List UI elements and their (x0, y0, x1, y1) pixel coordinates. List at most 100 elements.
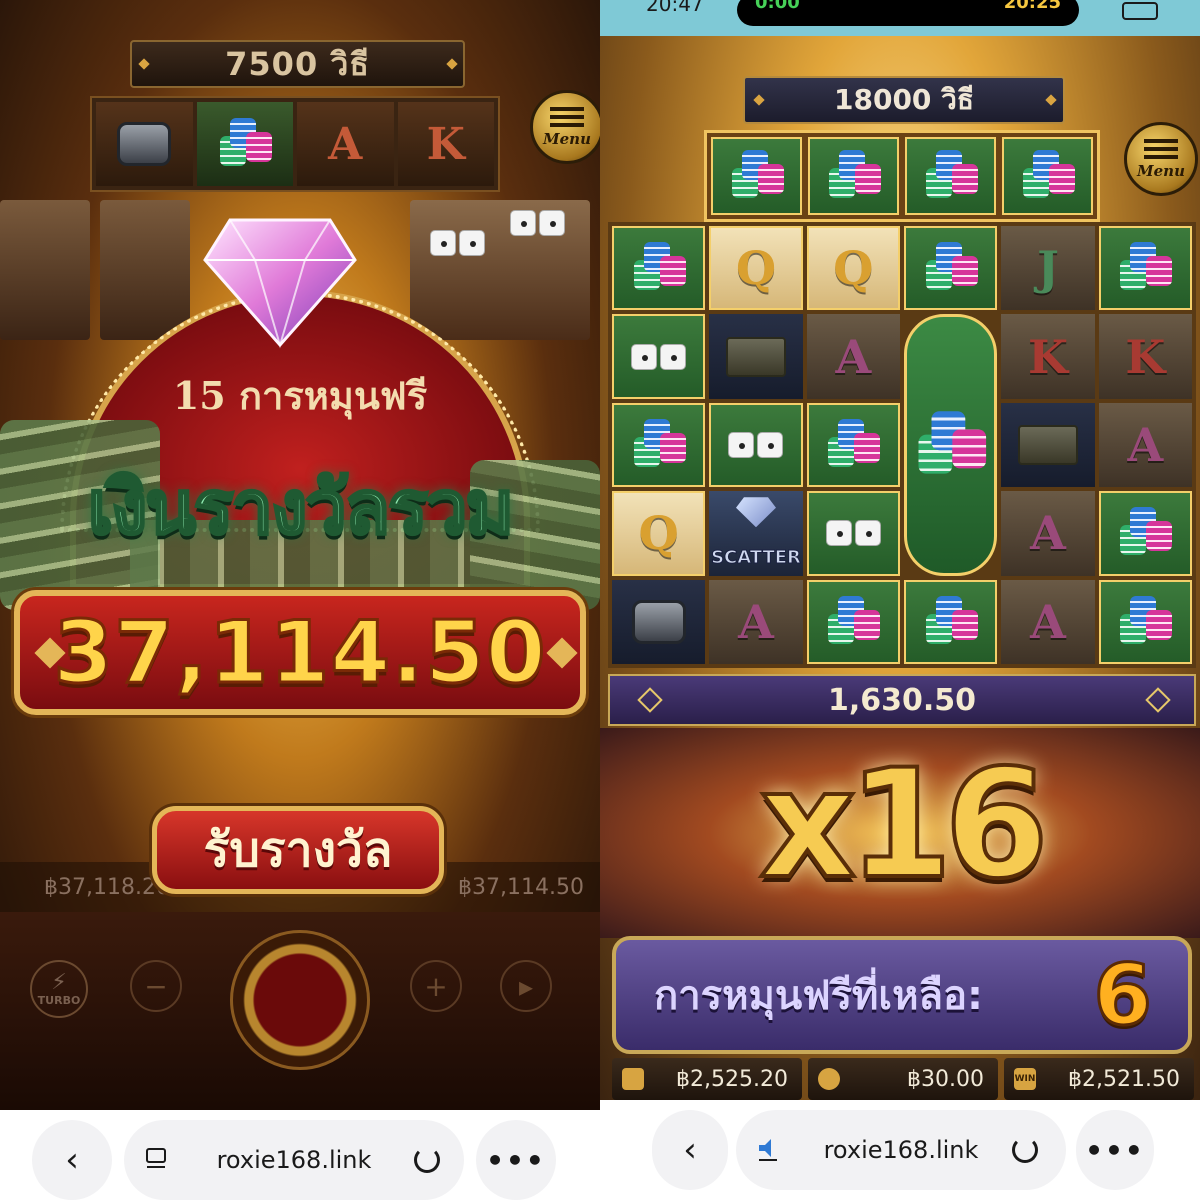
win-stat: WIN ฿2,521.50 (1004, 1058, 1194, 1100)
win-amount-bar: 1,630.50 (608, 674, 1196, 726)
symbol-a: A (1098, 402, 1192, 488)
collect-button[interactable]: รับรางวัล (152, 806, 444, 894)
balance-stat: ฿2,525.20 (612, 1058, 802, 1100)
top-reel-row (704, 130, 1100, 222)
reload-icon[interactable] (414, 1147, 440, 1173)
tabs-icon (146, 1148, 166, 1168)
address-bar[interactable]: roxie168.link (124, 1120, 464, 1200)
remaining-spins-count: 6 (1092, 945, 1153, 1046)
ornament-icon (1145, 687, 1171, 713)
chips-icon (913, 411, 988, 479)
chips-symbol (612, 226, 706, 311)
ornament-icon (546, 636, 578, 669)
minus-button[interactable]: − (130, 960, 182, 1012)
diamond-icon (203, 218, 357, 349)
dice-symbol (709, 402, 803, 488)
url-text: roxie168.link (823, 1136, 979, 1164)
woman-symbol (0, 200, 90, 340)
symbol-q: Q (709, 226, 803, 311)
spin-button[interactable] (230, 930, 370, 1070)
dice-icon (728, 431, 784, 458)
dice-symbol (410, 200, 590, 340)
back-button[interactable]: ‹ (32, 1120, 112, 1200)
left-browser-toolbar: ‹ roxie168.link ••• (0, 1110, 600, 1200)
ways-label: 18000 วิธี (834, 83, 974, 116)
more-button[interactable]: ••• (1076, 1110, 1154, 1190)
chips-icon (824, 595, 882, 648)
remaining-spins-panel: การหมุนฟรีที่เหลือ: 6 (612, 936, 1192, 1054)
menu-button[interactable]: Menu (1124, 122, 1198, 196)
chips-symbol (711, 137, 802, 215)
url-text: roxie168.link (216, 1146, 372, 1174)
symbol-a: A (1001, 579, 1095, 664)
symbol-a: A (1001, 491, 1095, 576)
bet-value: ฿30.00 (907, 1066, 984, 1092)
top-reel-row: A K (90, 96, 500, 192)
symbol-k: K (1098, 314, 1192, 399)
right-game-screen: 20:47 0:00 20:25 18000 วิธี Menu Q Q J A… (600, 0, 1200, 1100)
symbol-a: A (297, 102, 394, 186)
chips-symbol (904, 579, 998, 664)
symbol-q: Q (806, 226, 900, 311)
autoplay-button[interactable]: ▸ (500, 960, 552, 1012)
turbo-button[interactable]: ⚡ TURBO (30, 960, 88, 1018)
win-icon: WIN (1014, 1068, 1036, 1090)
chips-symbol (808, 137, 899, 215)
plus-button[interactable]: + (410, 960, 462, 1012)
win-amount: 1,630.50 (827, 682, 977, 718)
win-value: ฿37,114.50 (458, 874, 584, 900)
watch-icon (117, 122, 172, 166)
chips-symbol (196, 102, 293, 186)
watch-symbol (612, 579, 706, 664)
status-time: 20:47 (646, 0, 704, 16)
chips-symbol (612, 402, 706, 488)
chips-icon (824, 418, 882, 471)
ornament-icon (753, 94, 765, 106)
more-icon: ••• (1085, 1133, 1145, 1167)
menu-button[interactable]: Menu (530, 90, 600, 164)
briefcase-symbol (1001, 402, 1095, 488)
symbol-q: Q (612, 491, 706, 576)
chips-symbol (806, 579, 900, 664)
lightning-icon: ⚡ (51, 969, 67, 995)
phone-status-bar: 20:47 0:00 20:25 (600, 0, 1200, 36)
chips-symbol (1098, 491, 1192, 576)
win-value: ฿2,521.50 (1068, 1066, 1180, 1092)
more-button[interactable]: ••• (476, 1120, 556, 1200)
back-button[interactable]: ‹ (652, 1110, 728, 1190)
chips-icon (1019, 150, 1077, 202)
chips-icon (630, 418, 688, 471)
right-browser-toolbar: ‹ roxie168.link ••• (600, 1100, 1200, 1200)
chips-symbol (904, 226, 998, 311)
dice-icon (631, 343, 687, 370)
chips-icon (728, 150, 786, 202)
scatter-label: SCATTER (711, 546, 802, 568)
chips-symbol (1002, 137, 1093, 215)
chips-symbol (806, 402, 900, 488)
big-chips-symbol (904, 314, 998, 576)
more-icon: ••• (486, 1143, 546, 1177)
dice-symbol (612, 314, 706, 399)
ways-bar: 18000 วิธี (743, 76, 1065, 124)
speaker-icon (759, 1139, 777, 1161)
ornament-icon (446, 58, 458, 70)
ways-label: 7500 วิธี (225, 44, 370, 83)
reload-icon[interactable] (1012, 1137, 1038, 1163)
watch-symbol (96, 102, 193, 186)
ornament-icon (138, 58, 150, 70)
reel-grid: Q Q J A K K A Q SCATTER A A A (608, 222, 1196, 668)
chevron-left-icon: ‹ (683, 1130, 697, 1170)
left-game-screen: 7500 วิธี A K Menu 15 การหมุนฟรี เงินราง… (0, 0, 600, 1110)
island-timer: 0:00 (755, 0, 800, 13)
briefcase-symbol (709, 314, 803, 399)
watch-icon (631, 599, 686, 644)
right-stats-bar: ฿2,525.20 ฿30.00 WIN ฿2,521.50 (612, 1058, 1194, 1100)
chips-icon (1116, 595, 1174, 648)
address-bar[interactable]: roxie168.link (736, 1110, 1066, 1190)
menu-label: Menu (543, 129, 591, 148)
dice-icon (430, 230, 485, 256)
briefcase-icon (725, 336, 786, 377)
diamond-icon (735, 497, 776, 528)
chips-icon (630, 242, 688, 294)
turbo-label: TURBO (37, 993, 81, 1007)
